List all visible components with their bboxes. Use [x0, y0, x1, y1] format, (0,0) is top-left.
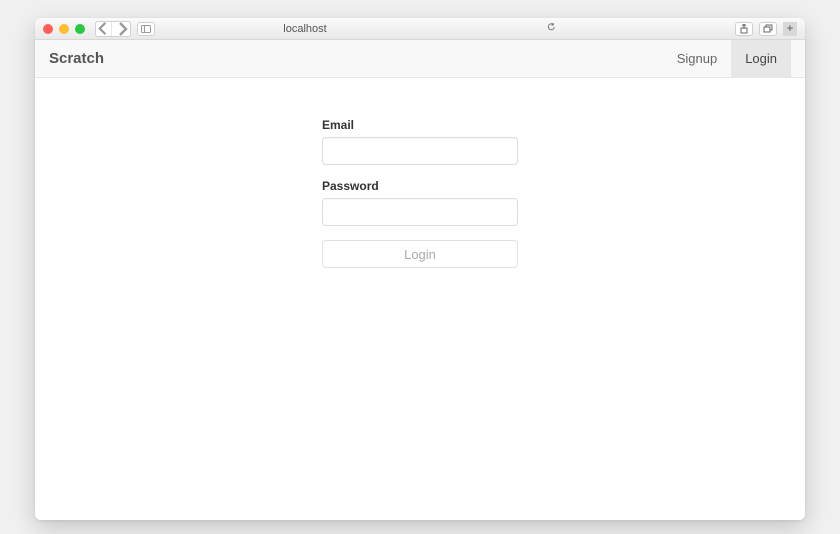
nav-right: Signup Login [663, 40, 791, 77]
forward-button[interactable] [114, 22, 130, 36]
back-button[interactable] [96, 22, 112, 36]
brand-title[interactable]: Scratch [49, 40, 104, 77]
tabs-button[interactable] [759, 22, 777, 36]
password-field[interactable] [322, 198, 518, 226]
traffic-lights [43, 24, 85, 34]
url-text: localhost [283, 23, 326, 35]
nav-link-signup[interactable]: Signup [663, 40, 731, 77]
sidebar-toggle-button[interactable] [137, 22, 155, 36]
browser-titlebar: localhost + [35, 18, 805, 40]
email-field[interactable] [322, 137, 518, 165]
main-content: Email Password Login [35, 78, 805, 268]
email-label: Email [322, 118, 518, 132]
page-viewport: Scratch Signup Login Email Password Logi… [35, 40, 805, 520]
nav-link-login[interactable]: Login [731, 40, 791, 77]
new-tab-button[interactable]: + [783, 22, 797, 36]
fullscreen-window-icon[interactable] [75, 24, 85, 34]
password-group: Password [322, 179, 518, 226]
login-button[interactable]: Login [322, 240, 518, 268]
minimize-window-icon[interactable] [59, 24, 69, 34]
nav-arrow-group [95, 21, 131, 37]
email-group: Email [322, 118, 518, 165]
navbar: Scratch Signup Login [35, 40, 805, 78]
titlebar-right: + [735, 22, 797, 36]
reload-icon[interactable] [547, 22, 557, 35]
address-bar[interactable]: localhost [283, 22, 556, 35]
login-form: Email Password Login [322, 118, 518, 268]
browser-window: localhost + Scratch Signup Login [35, 18, 805, 520]
close-window-icon[interactable] [43, 24, 53, 34]
share-button[interactable] [735, 22, 753, 36]
password-label: Password [322, 179, 518, 193]
